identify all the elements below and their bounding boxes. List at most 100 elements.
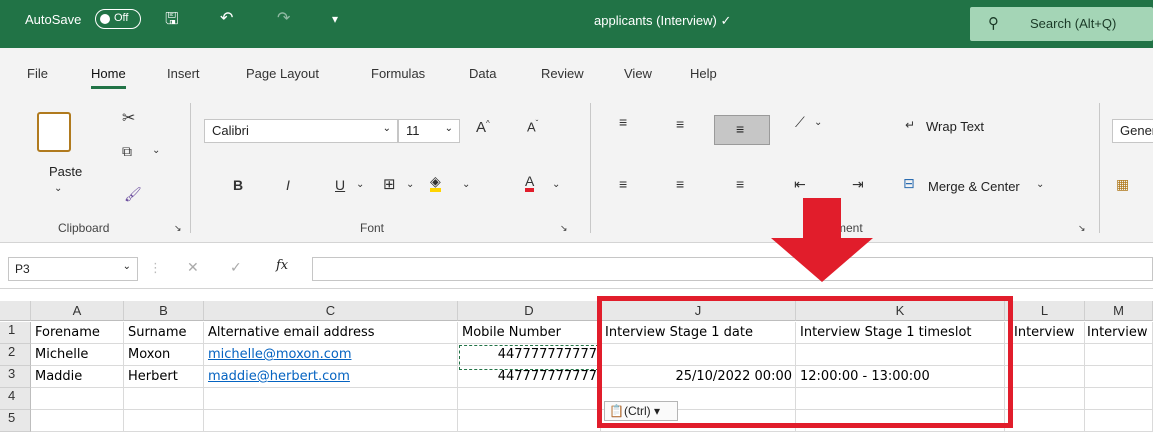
- document-title[interactable]: applicants (Interview) ✓: [594, 13, 731, 29]
- align-bottom-button[interactable]: ≡: [714, 115, 770, 145]
- cell-A2[interactable]: Michelle: [31, 344, 124, 366]
- increase-font-icon[interactable]: A^: [476, 119, 490, 136]
- align-middle-icon[interactable]: ≡: [676, 116, 684, 132]
- column-header[interactable]: B: [124, 301, 204, 321]
- merge-center-icon[interactable]: ⊟: [903, 175, 915, 192]
- increase-indent-icon[interactable]: ⇥: [852, 176, 864, 193]
- cell-C1[interactable]: Alternative email address: [204, 322, 458, 344]
- cell-B4[interactable]: [124, 388, 204, 410]
- underline-dropdown-icon[interactable]: ⌄: [356, 179, 364, 190]
- cell-A4[interactable]: [31, 388, 124, 410]
- row-header[interactable]: 5: [0, 410, 31, 432]
- cell-L4[interactable]: [1005, 388, 1085, 410]
- cell-D1[interactable]: Mobile Number: [458, 322, 601, 344]
- align-right-icon[interactable]: ≡: [736, 176, 744, 192]
- align-left-icon[interactable]: ≡: [619, 176, 627, 192]
- cell-B3[interactable]: Herbert: [124, 366, 204, 388]
- select-all-corner[interactable]: [0, 301, 31, 321]
- row-header[interactable]: 1: [0, 322, 31, 344]
- font-launcher-icon[interactable]: ↘: [560, 223, 568, 234]
- cell-L1[interactable]: Interview: [1005, 322, 1085, 344]
- cell-A1[interactable]: Forename: [31, 322, 124, 344]
- merge-dropdown-icon[interactable]: ⌄: [1036, 179, 1044, 190]
- cell-M2[interactable]: [1085, 344, 1153, 366]
- cell-L2[interactable]: [1005, 344, 1085, 366]
- cell-D4[interactable]: [458, 388, 601, 410]
- cell-C3[interactable]: maddie@herbert.com: [204, 366, 458, 388]
- paste-options-button[interactable]: 📋(Ctrl) ▾: [604, 401, 678, 421]
- italic-icon[interactable]: I: [286, 177, 290, 193]
- borders-icon[interactable]: ⊞: [383, 175, 396, 193]
- tab-file[interactable]: File: [27, 66, 48, 81]
- cell-C2[interactable]: michelle@moxon.com: [204, 344, 458, 366]
- bold-icon[interactable]: B: [233, 177, 243, 193]
- cell-M5[interactable]: [1085, 410, 1153, 432]
- tab-page-layout[interactable]: Page Layout: [246, 66, 319, 81]
- paste-button[interactable]: Paste: [49, 164, 82, 179]
- merge-center-button[interactable]: Merge & Center: [928, 179, 1020, 194]
- customize-qat-icon[interactable]: ▾: [332, 12, 338, 26]
- cell-B2[interactable]: Moxon: [124, 344, 204, 366]
- cell-M4[interactable]: [1085, 388, 1153, 410]
- decrease-font-icon[interactable]: Aˇ: [527, 119, 538, 134]
- tab-formulas[interactable]: Formulas: [371, 66, 425, 81]
- redo-icon[interactable]: ↷: [277, 8, 290, 28]
- cell-D5[interactable]: [458, 410, 601, 432]
- format-painter-icon[interactable]: 🖌: [124, 186, 142, 203]
- wrap-text-button[interactable]: Wrap Text: [926, 119, 984, 134]
- tab-review[interactable]: Review: [541, 66, 584, 81]
- align-center-icon[interactable]: ≡: [676, 176, 684, 192]
- borders-dropdown-icon[interactable]: ⌄: [406, 179, 414, 190]
- paste-dropdown-icon[interactable]: ⌄: [54, 183, 62, 194]
- row-header[interactable]: 2: [0, 344, 31, 366]
- tab-home[interactable]: Home: [91, 66, 126, 89]
- cancel-icon[interactable]: ✕: [187, 259, 199, 276]
- align-top-icon[interactable]: ≡: [619, 114, 627, 130]
- column-header[interactable]: M: [1085, 301, 1153, 321]
- cell-A5[interactable]: [31, 410, 124, 432]
- cell-M3[interactable]: [1085, 366, 1153, 388]
- tab-view[interactable]: View: [624, 66, 652, 81]
- paste-icon[interactable]: [37, 112, 71, 152]
- column-header[interactable]: D: [458, 301, 601, 321]
- row-header[interactable]: 3: [0, 366, 31, 388]
- search-input[interactable]: ⚲ Search (Alt+Q): [970, 7, 1153, 41]
- font-size-select[interactable]: 11 ⌄: [398, 119, 460, 143]
- accounting-format-icon[interactable]: ▦: [1116, 176, 1129, 193]
- cell-L5[interactable]: [1005, 410, 1085, 432]
- column-header[interactable]: L: [1005, 301, 1085, 321]
- cut-icon[interactable]: ✂: [122, 108, 135, 128]
- alignment-launcher-icon[interactable]: ↘: [1078, 223, 1086, 234]
- copy-icon[interactable]: ⧉: [122, 143, 132, 160]
- cell-C5[interactable]: [204, 410, 458, 432]
- column-header[interactable]: A: [31, 301, 124, 321]
- orientation-icon[interactable]: ⟋: [795, 114, 805, 131]
- cell-C4[interactable]: [204, 388, 458, 410]
- undo-icon[interactable]: ↶: [220, 8, 233, 28]
- autosave-toggle[interactable]: Off: [95, 9, 141, 29]
- copy-dropdown-icon[interactable]: ⌄: [152, 145, 160, 156]
- orientation-dropdown-icon[interactable]: ⌄: [814, 117, 822, 128]
- decrease-indent-icon[interactable]: ⇤: [794, 176, 806, 193]
- enter-icon[interactable]: ✓: [230, 259, 242, 276]
- save-icon[interactable]: 🖫: [165, 8, 179, 35]
- name-box[interactable]: P3 ⌄: [8, 257, 138, 281]
- fill-color-icon[interactable]: ◈: [430, 174, 441, 192]
- tab-insert[interactable]: Insert: [167, 66, 200, 81]
- wrap-text-icon[interactable]: ↵: [905, 118, 915, 132]
- insert-function-button[interactable]: fx: [276, 258, 288, 273]
- font-color-icon[interactable]: A: [525, 174, 535, 192]
- font-color-dropdown-icon[interactable]: ⌄: [552, 179, 560, 190]
- column-header[interactable]: C: [204, 301, 458, 321]
- cell-A3[interactable]: Maddie: [31, 366, 124, 388]
- formula-input[interactable]: [312, 257, 1153, 281]
- fill-color-dropdown-icon[interactable]: ⌄: [462, 179, 470, 190]
- font-name-select[interactable]: Calibri ⌄: [204, 119, 398, 143]
- cell-B5[interactable]: [124, 410, 204, 432]
- number-format-select[interactable]: Gener: [1112, 119, 1153, 143]
- cell-B1[interactable]: Surname: [124, 322, 204, 344]
- cell-M1[interactable]: Interview: [1085, 322, 1153, 344]
- tab-data[interactable]: Data: [469, 66, 496, 81]
- clipboard-launcher-icon[interactable]: ↘: [174, 223, 182, 234]
- underline-icon[interactable]: U: [335, 177, 345, 193]
